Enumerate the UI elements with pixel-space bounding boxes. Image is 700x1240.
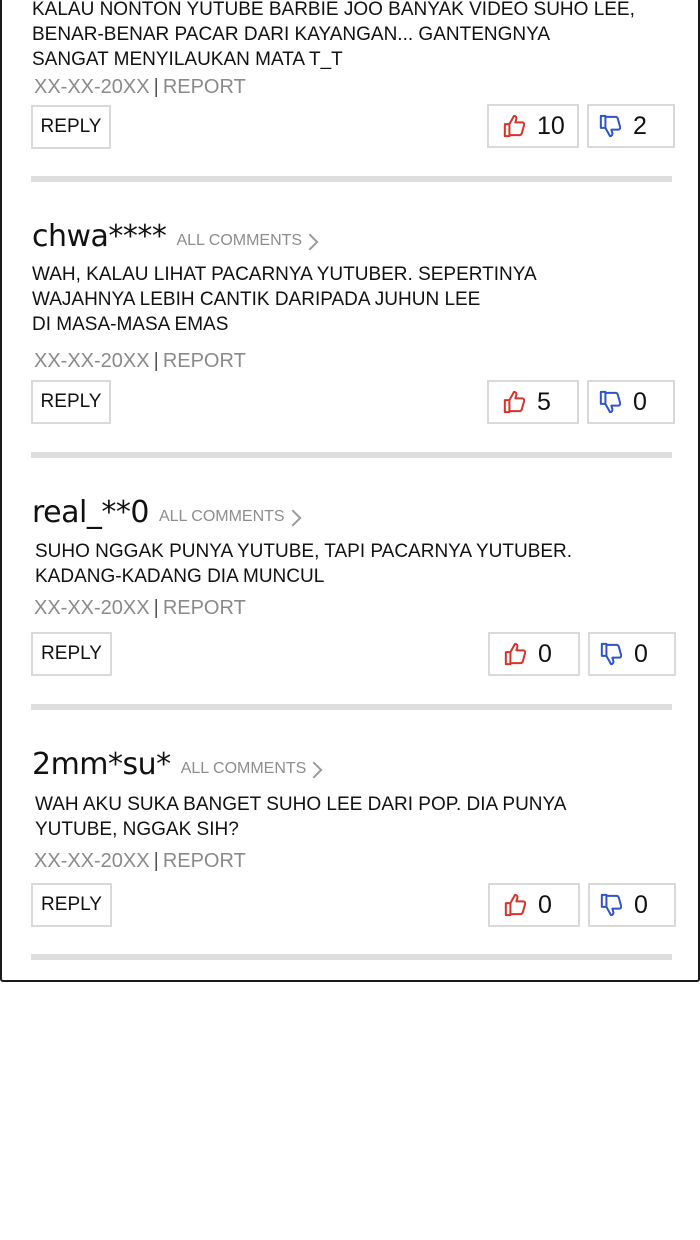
- comment-text: WAH, KALAU LIHAT PACARNYA YUTUBER. SEPER…: [32, 262, 672, 337]
- like-button[interactable]: 5: [487, 380, 579, 424]
- reply-label: REPLY: [41, 894, 102, 915]
- dislike-button[interactable]: 2: [587, 104, 675, 148]
- comment-header: 2mm*su* ALL COMMENTS: [32, 748, 323, 782]
- all-comments-label: ALL COMMENTS: [180, 760, 307, 777]
- comment-text: WAH AKU SUKA BANGET SUHO LEE DARI PoP. D…: [35, 792, 675, 842]
- dislike-button[interactable]: 0: [588, 883, 676, 927]
- comment-line: WAH, KALAU LIHAT PACARNYA YUTUBER. SEPER…: [32, 264, 537, 285]
- thumbs-down-icon: [599, 114, 621, 138]
- comment-line: WAJAHNYA LEBIH CANTIK DARIPADA JUHUN LEE: [32, 289, 481, 310]
- report-link[interactable]: REPORT: [163, 76, 246, 98]
- comment-header: real_**0 ALL COMMENTS: [32, 496, 302, 530]
- all-comments-label: ALL COMMENTS: [158, 508, 285, 525]
- comment-meta: XX-XX-20XX | REPORT: [34, 849, 246, 873]
- thumbs-down-icon: [600, 893, 622, 917]
- comment-date: XX-XX-20XX: [34, 350, 150, 372]
- comment-username[interactable]: 2mm*su*: [32, 748, 171, 782]
- meta-separator: |: [153, 850, 159, 872]
- report-link[interactable]: REPORT: [163, 850, 246, 872]
- comment-divider: [31, 452, 672, 458]
- chevron-right-icon: [305, 761, 323, 778]
- comment-date: XX-XX-20XX: [34, 597, 150, 619]
- comment-username[interactable]: chwa****: [32, 220, 167, 254]
- meta-separator: |: [153, 76, 159, 98]
- meta-separator: |: [153, 350, 159, 372]
- reply-button[interactable]: REPLY: [31, 105, 111, 149]
- reply-button[interactable]: REPLY: [31, 632, 112, 676]
- like-button[interactable]: 0: [488, 632, 580, 676]
- chevron-right-icon: [284, 509, 302, 526]
- comment-line: SUHO NGGAK PUNYA YUTUBE, TAPI PACARNYA Y…: [35, 541, 573, 562]
- comment-divider: [31, 954, 672, 960]
- dislike-button[interactable]: 0: [587, 380, 675, 424]
- like-count: 0: [538, 639, 552, 668]
- dislike-button[interactable]: 0: [588, 632, 676, 676]
- like-count: 10: [537, 111, 565, 140]
- like-button[interactable]: 0: [488, 883, 580, 927]
- reply-label: REPLY: [40, 391, 102, 412]
- all-comments-link[interactable]: ALL COMMENTS: [158, 506, 302, 528]
- comment-divider: [31, 704, 672, 710]
- comment-text: KALAU NONTON YUTUBE BARBIE JOO BANYAK VI…: [32, 0, 672, 72]
- thumbs-down-icon: [600, 642, 622, 666]
- chevron-right-icon: [301, 233, 319, 250]
- comment-text: SUHO NGGAK PUNYA YUTUBE, TAPI PACARNYA Y…: [35, 539, 675, 589]
- report-link[interactable]: REPORT: [163, 597, 246, 619]
- comment-meta: XX-XX-20XX | REPORT: [34, 75, 246, 99]
- comment-divider: [31, 176, 672, 182]
- comment-meta: XX-XX-20XX | REPORT: [34, 349, 246, 373]
- like-count: 5: [537, 387, 551, 416]
- dislike-count: 0: [634, 639, 648, 668]
- meta-separator: |: [153, 597, 159, 619]
- comment-line: BENAR-BENAR PACAR DARI KAYANGAN... GANTE…: [32, 24, 551, 45]
- reply-button[interactable]: REPLY: [31, 883, 112, 927]
- reply-label: REPLY: [41, 643, 102, 664]
- reply-button[interactable]: REPLY: [31, 380, 111, 424]
- all-comments-label: ALL COMMENTS: [176, 232, 303, 249]
- comment-date: XX-XX-20XX: [34, 850, 150, 872]
- dislike-count: 0: [634, 890, 648, 919]
- comment-line: YUTUBE, NGGAK SIH?: [35, 819, 239, 840]
- thumbs-down-icon: [599, 390, 621, 414]
- like-count: 0: [538, 890, 552, 919]
- comment-line: KADANG-KADANG DIA MUNCUL: [35, 566, 325, 587]
- thumbs-up-icon: [504, 893, 526, 917]
- comment-line: KALAU NONTON YUTUBE BARBIE JOO BANYAK VI…: [32, 0, 635, 20]
- comment-header: chwa**** ALL COMMENTS: [32, 220, 319, 254]
- thumbs-up-icon: [503, 390, 525, 414]
- comments-panel: KALAU NONTON YUTUBE BARBIE JOO BANYAK VI…: [0, 0, 700, 982]
- comment-line: WAH AKU SUKA BANGET SUHO LEE DARI PoP. D…: [35, 794, 567, 815]
- dislike-count: 2: [633, 111, 647, 140]
- all-comments-link[interactable]: ALL COMMENTS: [176, 230, 319, 252]
- like-button[interactable]: 10: [487, 104, 579, 148]
- comment-line: DI MASA-MASA EMAS: [32, 314, 229, 335]
- reply-label: REPLY: [40, 116, 102, 137]
- thumbs-up-icon: [503, 114, 525, 138]
- comment-date: XX-XX-20XX: [34, 76, 150, 98]
- thumbs-up-icon: [504, 642, 526, 666]
- report-link[interactable]: REPORT: [163, 350, 246, 372]
- all-comments-link[interactable]: ALL COMMENTS: [180, 758, 323, 780]
- comment-username[interactable]: real_**0: [32, 496, 149, 530]
- dislike-count: 0: [633, 387, 647, 416]
- comment-line: SANGAT MENYILAUKAN MATA T_T: [32, 49, 343, 70]
- comment-meta: XX-XX-20XX | REPORT: [34, 596, 246, 620]
